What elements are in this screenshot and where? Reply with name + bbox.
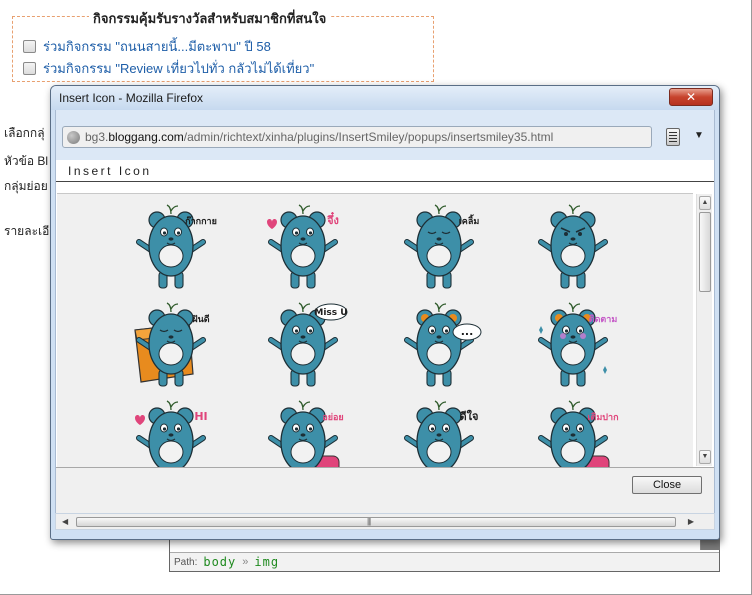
sticker-caption: HI [194, 410, 207, 423]
activity-checkbox[interactable] [23, 61, 36, 75]
path-label: Path: [174, 556, 198, 568]
category-label: เลือกกลุ่ [4, 126, 45, 140]
address-field[interactable]: bg3.bloggang.com/admin/richtext/xinha/pl… [62, 126, 652, 148]
sticker-art: ฝันดี [134, 302, 210, 387]
sticker-art: ... [404, 302, 482, 387]
sticker-art: อย่อย [268, 400, 344, 467]
sticker-shy-icon[interactable]: ติดตาม [529, 300, 623, 392]
sticker-art: เคลิ้ม [404, 204, 480, 289]
sticker-caption: เคลิ้ม [459, 214, 480, 227]
horizontal-scroll-thumb[interactable]: ||| [76, 517, 676, 527]
sticker-caption: Miss U [314, 308, 347, 318]
details-label: รายละเอี [4, 224, 50, 238]
activity-fieldset: กิจกรรมคุ้มรับรางวัลสำหรับสมาชิกที่สนใจ … [12, 8, 434, 82]
sticker-caption: เติมปาก [587, 412, 618, 423]
activity-checkbox[interactable] [23, 39, 36, 53]
sticker-art: Miss U [268, 302, 348, 387]
sticker-point-icon[interactable]: ก๊ากกาย [127, 202, 221, 294]
sticker-art: ดีใจ [404, 400, 479, 467]
sticker-caption: จึ๋ง [327, 211, 339, 227]
sticker-caption: ... [461, 325, 474, 338]
sticker-angry-icon[interactable] [529, 202, 623, 294]
scroll-right-icon[interactable]: ▶ [688, 517, 694, 526]
icon-list: ก๊ากกาย จึ๋ง เคลิ้มฝันดี Miss U... ติดตาม HI อ… [57, 193, 693, 467]
button-bar: Close [56, 467, 714, 513]
sticker-happy-icon[interactable]: ดีใจ [395, 398, 489, 467]
globe-icon [67, 130, 80, 144]
sticker-bathe-icon[interactable]: เติมปาก [529, 398, 623, 467]
sticker-art: ก๊ากกาย [136, 204, 217, 289]
editor-status-path: Path: body » img [170, 552, 719, 571]
fieldset-legend: กิจกรรมคุ้มรับรางวัลสำหรับสมาชิกที่สนใจ [89, 8, 331, 29]
dropdown-arrow-icon[interactable]: ▼ [694, 130, 704, 141]
sticker-heart-icon[interactable]: จึ๋ง [259, 202, 353, 294]
insert-icon-window: Insert Icon - Mozilla Firefox ✕ bg3.blog… [50, 85, 720, 540]
sticker-caption: ติดตาม [589, 314, 618, 325]
scroll-left-icon[interactable]: ◀ [62, 517, 68, 526]
path-item-body[interactable]: body [203, 555, 236, 569]
sticker-sleep-icon[interactable]: ฝันดี [127, 300, 221, 392]
sticker-dots-icon[interactable]: ... [395, 300, 489, 392]
sticker-dream-icon[interactable]: เคลิ้ม [395, 202, 489, 294]
horizontal-scrollbar[interactable]: ◀ ||| ▶ [55, 513, 715, 530]
sticker-caption: ฝันดี [192, 314, 209, 325]
sticker-eat-icon[interactable]: อย่อย [259, 398, 353, 467]
scroll-grip-icon: ||| [367, 517, 371, 526]
subgroup-label: กลุ่มย่อย [4, 179, 48, 193]
insert-icon-heading: Insert Icon [56, 160, 714, 182]
path-separator: » [242, 556, 249, 568]
activity-row[interactable]: ร่วมกิจกรรม "ถนนสายนี้...มีตะพาบ" ปี 58 [23, 37, 271, 55]
sticker-art: ติดตาม [538, 302, 618, 387]
sticker-caption: อย่อย [322, 412, 343, 423]
activity-link[interactable]: ร่วมกิจกรรม "ถนนสายนี้...มีตะพาบ" ปี 58 [43, 36, 271, 57]
close-icon: ✕ [685, 90, 697, 104]
scroll-thumb[interactable] [699, 212, 711, 292]
vertical-scrollbar[interactable]: ▲ ▼ [696, 194, 712, 466]
activity-link[interactable]: ร่วมกิจกรรม "Review เที่ยวไปทั่ว กลัวไม่… [43, 58, 314, 79]
scroll-down-icon[interactable]: ▼ [699, 450, 711, 464]
sticker-art [538, 204, 608, 289]
sticker-caption: ดีใจ [460, 409, 479, 423]
address-bar-area: bg3.bloggang.com/admin/richtext/xinha/pl… [55, 110, 715, 160]
sticker-hi-icon[interactable]: HI [127, 398, 221, 467]
window-titlebar[interactable]: Insert Icon - Mozilla Firefox ✕ [51, 86, 719, 110]
path-item-img[interactable]: img [254, 555, 279, 569]
sticker-caption: ก๊ากกาย [185, 216, 217, 227]
sticker-art: เติมปาก [538, 400, 619, 467]
url-text[interactable]: bg3.bloggang.com/admin/richtext/xinha/pl… [85, 130, 553, 144]
scroll-up-icon[interactable]: ▲ [699, 196, 711, 210]
window-close-button[interactable]: ✕ [669, 88, 713, 106]
sticker-art: HI [135, 400, 208, 467]
sticker-art: จึ๋ง [267, 204, 339, 289]
blog-title-label: หัวข้อ Bl [4, 154, 49, 168]
close-button[interactable]: Close [632, 476, 702, 494]
sticker-miss-icon[interactable]: Miss U [259, 300, 353, 392]
popup-content: Insert Icon ก๊ากกาย จึ๋ง เคลิ้มฝันดี Miss U… [55, 160, 715, 513]
window-title: Insert Icon - Mozilla Firefox [59, 91, 204, 105]
page-info-icon[interactable] [666, 128, 680, 146]
activity-row[interactable]: ร่วมกิจกรรม "Review เที่ยวไปทั่ว กลัวไม่… [23, 59, 314, 77]
